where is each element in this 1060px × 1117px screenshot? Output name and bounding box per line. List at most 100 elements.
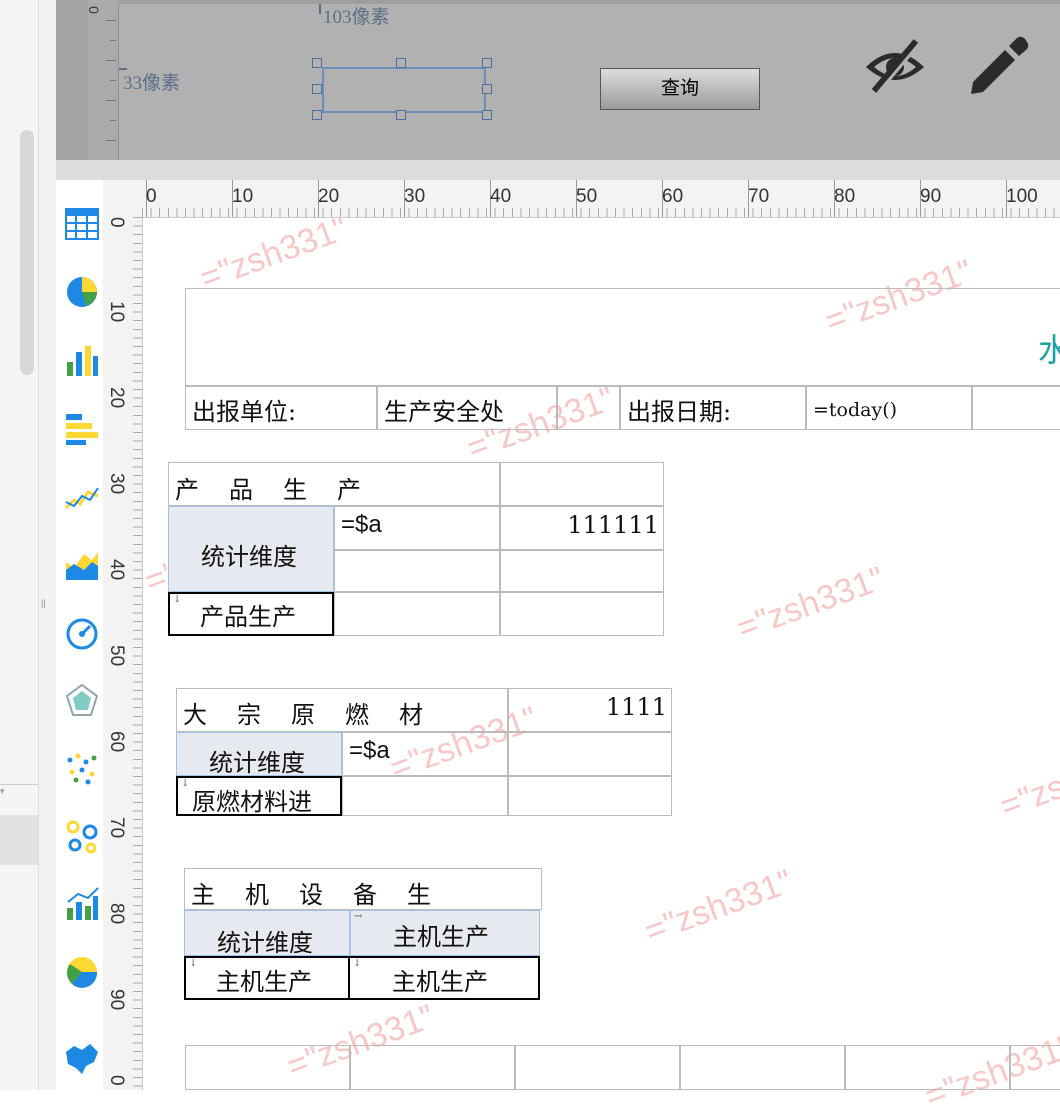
t3-sub2-cell[interactable]: ↓ 主机生产 [348, 956, 540, 1000]
unit-label-cell[interactable]: 出报单位: [185, 386, 377, 430]
param-ruler-zero: 0 [85, 6, 102, 14]
v-tick: 70 [106, 817, 127, 839]
date-value: =today() [813, 399, 898, 421]
bottom-empty-cell[interactable] [185, 1045, 350, 1090]
map-icon[interactable] [64, 1040, 100, 1076]
bottom-empty-cell[interactable] [845, 1045, 1010, 1090]
t1-formula-cell[interactable]: =$a [334, 506, 500, 550]
report-title: 水 [1038, 325, 1060, 371]
resize-handle[interactable] [482, 58, 492, 68]
height-label: 33像素 [123, 73, 181, 94]
resize-handle[interactable] [482, 110, 492, 120]
query-button[interactable]: 查询 [600, 68, 760, 110]
empty-cell[interactable] [557, 386, 620, 430]
t1-dimension: 统计维度 [201, 543, 297, 571]
h-tick: 70 [748, 186, 770, 207]
t1-sub-cell[interactable]: ↓ 产品生产 [168, 592, 334, 636]
t3-col2-cell[interactable]: → 主机生产 [350, 910, 540, 956]
resize-handle[interactable] [396, 58, 406, 68]
eye-slash-icon[interactable] [862, 35, 928, 100]
ruler-corner [103, 180, 142, 217]
date-label: 出报日期: [627, 398, 732, 426]
h-tick: 10 [232, 186, 254, 207]
v-tick: 10 [106, 301, 127, 323]
t1-title: 产品生产 [175, 476, 391, 504]
v-tick: 80 [106, 903, 127, 925]
v-tick: 0 [106, 217, 127, 228]
area-chart-icon[interactable] [64, 546, 100, 582]
pie3d-icon[interactable] [64, 954, 100, 990]
t2-empty-cell[interactable] [508, 732, 672, 776]
left-scrollbar[interactable] [20, 130, 34, 375]
bottom-empty-cell[interactable] [515, 1045, 680, 1090]
pencil-icon[interactable] [965, 32, 1031, 99]
left-panel-divider [0, 784, 38, 785]
v-tick: 90 [106, 989, 127, 1011]
table-icon[interactable] [64, 206, 100, 242]
date-value-cell[interactable]: =today() [806, 386, 972, 430]
t1-empty-cell[interactable] [334, 592, 500, 636]
resize-handle[interactable] [396, 110, 406, 120]
bar-chart-icon[interactable] [64, 342, 100, 378]
bubble-icon[interactable] [64, 818, 100, 854]
splitter[interactable] [38, 0, 57, 1090]
horizontal-bar-icon[interactable] [64, 410, 100, 446]
expand-arrow-icon: ↓ [181, 778, 190, 789]
v-tick: 60 [106, 731, 127, 753]
t1-empty-cell[interactable] [334, 550, 500, 592]
line-chart-icon[interactable] [64, 478, 100, 514]
empty-cell[interactable] [972, 386, 1060, 430]
t3-col2: 主机生产 [393, 923, 489, 951]
t3-sub1-cell[interactable]: ↓ 主机生产 [184, 956, 350, 1000]
resize-handle[interactable] [482, 84, 492, 94]
t1-dimension-cell[interactable]: 统计维度 [168, 506, 334, 592]
bottom-empty-cell[interactable] [1010, 1045, 1060, 1090]
t2-value: 1111 [605, 693, 667, 721]
t2-formula-cell[interactable]: =$a [342, 732, 508, 776]
scatter-icon[interactable] [64, 750, 100, 786]
combo-chart-icon[interactable] [64, 886, 100, 922]
t2-empty-cell[interactable] [508, 776, 672, 816]
expand-right-arrow-icon: → [354, 911, 363, 922]
radar-chart-icon[interactable] [64, 682, 100, 718]
unit-value-cell[interactable]: 生产安全处 [377, 386, 557, 430]
h-tick: 0 [146, 186, 157, 207]
selected-widget-box[interactable] [322, 67, 486, 113]
t2-title: 大宗原燃材 [183, 701, 453, 729]
collapse-caret-icon[interactable]: ▾ [0, 786, 5, 797]
pie-chart-icon[interactable] [64, 274, 100, 310]
resize-handle[interactable] [312, 110, 322, 120]
unit-value: 生产安全处 [384, 398, 504, 426]
t1-value-cell[interactable]: 111111 [500, 506, 664, 550]
bottom-empty-cell[interactable] [680, 1045, 845, 1090]
t2-dimension: 统计维度 [209, 749, 305, 776]
t3-dimension-cell[interactable]: 统计维度 [184, 910, 350, 956]
width-label: 103像素 [323, 7, 390, 28]
resize-handle[interactable] [312, 58, 322, 68]
left-panel-selected-item[interactable] [0, 815, 38, 865]
v-tick: 20 [106, 387, 127, 409]
t2-dimension-cell[interactable]: 统计维度 [176, 732, 342, 776]
t1-empty-cell[interactable] [500, 462, 664, 506]
date-label-cell[interactable]: 出报日期: [620, 386, 806, 430]
unit-label: 出报单位: [192, 398, 297, 426]
report-title-cell[interactable]: 水 [185, 288, 1060, 386]
t2-formula: =$a [349, 737, 390, 764]
t2-empty-cell[interactable] [342, 776, 508, 816]
t1-title-cell[interactable]: 产品生产 [168, 462, 500, 506]
t3-sub2: 主机生产 [392, 968, 488, 996]
t3-title-cell[interactable]: 主机设备生 [184, 868, 542, 910]
resize-handle[interactable] [312, 84, 322, 94]
gauge-icon[interactable] [64, 614, 100, 650]
vertical-ruler-scale: 0 10 20 30 40 50 60 70 80 90 0 [103, 217, 142, 1090]
bottom-empty-cell[interactable] [350, 1045, 515, 1090]
splitter-grip-icon[interactable]: || [41, 598, 46, 608]
t2-sub-cell[interactable]: ↓ 原燃材料进 [176, 776, 342, 816]
t2-title-cell[interactable]: 大宗原燃材 [176, 688, 508, 732]
v-tick: 0 [106, 1075, 127, 1086]
t1-empty-cell[interactable] [500, 550, 664, 592]
expand-arrow-icon: ↓ [189, 958, 198, 969]
v-tick: 30 [106, 473, 127, 495]
t1-empty-cell[interactable] [500, 592, 664, 636]
t2-value-cell[interactable]: 1111 [508, 688, 672, 732]
